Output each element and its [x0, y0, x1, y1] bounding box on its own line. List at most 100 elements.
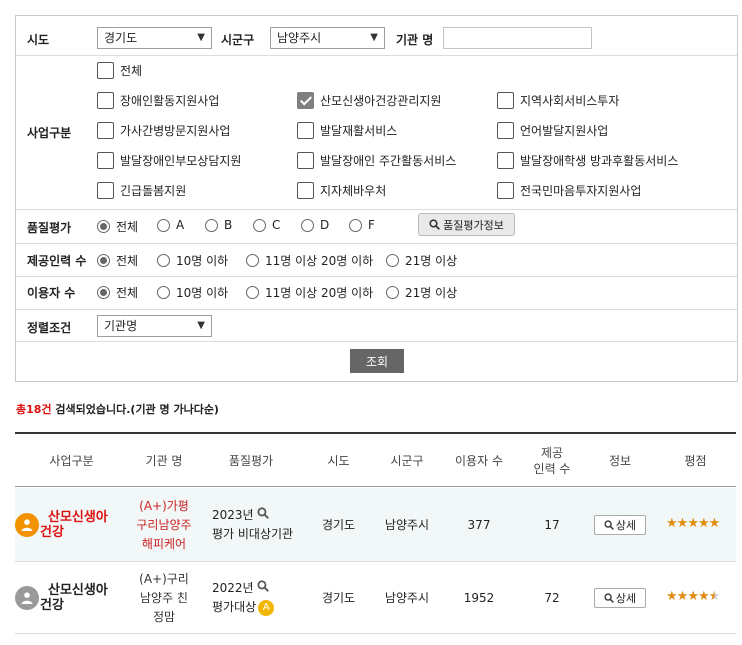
- org-name-cell[interactable]: (A+)가평 구리남양주 해피케어: [128, 497, 200, 553]
- radio-circle[interactable]: [157, 286, 170, 299]
- th-rating: 평점: [684, 453, 707, 468]
- checkbox-label: 발달장애인 주간활동서비스: [320, 154, 457, 168]
- star-icon: ★: [666, 516, 678, 531]
- th-org-name: 기관 명: [145, 453, 183, 468]
- detail-button[interactable]: 상세: [594, 588, 646, 608]
- radio-users-all[interactable]: 전체: [97, 284, 138, 301]
- star-icon: ★: [697, 516, 710, 531]
- sort-select[interactable]: 기관명 ▼: [97, 315, 212, 337]
- radio-quality-a[interactable]: A: [157, 218, 184, 232]
- table-header: 사업구분 기관 명 품질평가 시도 시군구 이용자 수 제공 인력 수 정보 평…: [15, 432, 736, 487]
- checkbox-box[interactable]: [297, 122, 314, 139]
- rating-stars: ★★★★★: [666, 516, 720, 531]
- radio-label: C: [272, 218, 281, 232]
- business-type-cell: 산모신생아 건강: [40, 510, 128, 540]
- magnifier-icon[interactable]: [257, 579, 269, 598]
- checkbox-language-development[interactable]: 언어발달지원사업: [497, 122, 608, 139]
- radio-label: 11명 이상 20명 이하: [265, 286, 374, 300]
- radio-circle[interactable]: [97, 254, 110, 267]
- radio-quality-all[interactable]: 전체: [97, 218, 138, 235]
- star-icon: ★: [687, 516, 699, 531]
- divider: [16, 243, 737, 244]
- checkbox-box[interactable]: [497, 182, 514, 199]
- checkbox-box[interactable]: [497, 92, 514, 109]
- checkbox-maternal-newborn[interactable]: 산모신생아건강관리지원: [297, 92, 441, 109]
- sort-label: 정렬조건: [27, 321, 72, 335]
- checkbox-box[interactable]: [97, 122, 114, 139]
- check-icon[interactable]: [297, 92, 314, 109]
- detail-button[interactable]: 상세: [594, 515, 646, 535]
- checkbox-afterschool-activity[interactable]: 발달장애학생 방과후활동서비스: [497, 152, 678, 169]
- org-name-line: 구리남양주: [136, 517, 192, 532]
- radio-circle[interactable]: [157, 254, 170, 267]
- table-row[interactable]: 산모신생아 건강 (A+)가평 구리남양주 해피케어 2023년 평가 비대상기…: [15, 488, 736, 562]
- sido-cell: 경기도: [321, 517, 356, 532]
- star-icon: ★: [676, 516, 689, 531]
- checkbox-box[interactable]: [97, 152, 114, 169]
- radio-circle[interactable]: [386, 286, 399, 299]
- org-name-input[interactable]: [443, 27, 592, 49]
- radio-quality-f[interactable]: F: [349, 218, 375, 232]
- radio-circle[interactable]: [205, 218, 218, 232]
- checkbox-disability-activity[interactable]: 장애인활동지원사업: [97, 92, 219, 109]
- checkbox-label: 지자체바우처: [320, 184, 387, 198]
- radio-circle[interactable]: [349, 218, 362, 232]
- checkbox-box[interactable]: [97, 62, 114, 79]
- radio-users-21-over[interactable]: 21명 이상: [386, 284, 457, 301]
- th-users: 이용자 수: [455, 453, 503, 468]
- radio-circle[interactable]: [97, 220, 110, 233]
- checkbox-box[interactable]: [97, 92, 114, 109]
- quality-info-button[interactable]: 품질평가정보: [418, 213, 515, 236]
- radio-staff-11-20[interactable]: 11명 이상 20명 이하: [246, 252, 373, 269]
- radio-circle[interactable]: [301, 218, 314, 232]
- checkbox-label: 지역사회서비스투자: [520, 94, 620, 108]
- checkbox-mind-investment[interactable]: 전국민마음투자지원사업: [497, 182, 641, 199]
- radio-circle[interactable]: [97, 286, 110, 299]
- th-quality: 품질평가: [228, 453, 274, 468]
- search-button[interactable]: 조회: [350, 349, 404, 373]
- checkbox-community-service[interactable]: 지역사회서비스투자: [497, 92, 619, 109]
- checkbox-daytime-activity[interactable]: 발달장애인 주간활동서비스: [297, 152, 456, 169]
- user-badge-icon: [15, 513, 39, 537]
- radio-circle[interactable]: [246, 286, 259, 299]
- checkbox-box[interactable]: [297, 152, 314, 169]
- checkbox-box[interactable]: [497, 152, 514, 169]
- radio-circle[interactable]: [246, 254, 259, 267]
- radio-circle[interactable]: [157, 218, 170, 232]
- radio-quality-c[interactable]: C: [253, 218, 280, 232]
- checkbox-emergency-care[interactable]: 긴급돌봄지원: [97, 182, 186, 199]
- checkbox-label: 전국민마음투자지원사업: [520, 184, 642, 198]
- radio-staff-all[interactable]: 전체: [97, 252, 138, 269]
- sigungu-select[interactable]: 남양주시 ▼: [270, 27, 385, 49]
- radio-staff-21-over[interactable]: 21명 이상: [386, 252, 457, 269]
- divider: [16, 341, 737, 342]
- checkbox-box[interactable]: [497, 122, 514, 139]
- org-name-line: 해피케어: [141, 536, 187, 551]
- users-cell: 1952: [463, 590, 495, 605]
- checkbox-local-voucher[interactable]: 지자체바우처: [297, 182, 386, 199]
- checkbox-all[interactable]: 전체: [97, 62, 142, 79]
- radio-staff-10-under[interactable]: 10명 이하: [157, 252, 228, 269]
- org-name-line: 정맘: [152, 609, 176, 624]
- radio-circle[interactable]: [386, 254, 399, 267]
- table-row[interactable]: 산모신생아 건강 (A+)구리 남양주 친 정맘 2022년 평가대상 A 경기…: [15, 562, 736, 634]
- radio-circle[interactable]: [253, 218, 266, 232]
- radio-users-11-20[interactable]: 11명 이상 20명 이하: [246, 284, 373, 301]
- org-name-cell[interactable]: (A+)구리 남양주 친 정맘: [128, 570, 200, 626]
- radio-label: 10명 이하: [176, 286, 229, 300]
- checkbox-home-care[interactable]: 가사간병방문지원사업: [97, 122, 230, 139]
- chevron-down-icon: ▼: [197, 32, 205, 43]
- radio-quality-d[interactable]: D: [301, 218, 329, 232]
- checkbox-parent-counseling[interactable]: 발달장애인부모상담지원: [97, 152, 241, 169]
- radio-label: 21명 이상: [405, 286, 458, 300]
- radio-label: A: [176, 218, 185, 232]
- radio-quality-b[interactable]: B: [205, 218, 232, 232]
- chevron-down-icon: ▼: [197, 320, 205, 331]
- checkbox-box[interactable]: [97, 182, 114, 199]
- magnifier-icon[interactable]: [257, 506, 269, 525]
- sido-select[interactable]: 경기도 ▼: [97, 27, 212, 49]
- radio-users-10-under[interactable]: 10명 이하: [157, 284, 228, 301]
- checkbox-developmental-rehab[interactable]: 발달재활서비스: [297, 122, 397, 139]
- checkbox-box[interactable]: [297, 182, 314, 199]
- checkbox-label: 긴급돌봄지원: [120, 184, 187, 198]
